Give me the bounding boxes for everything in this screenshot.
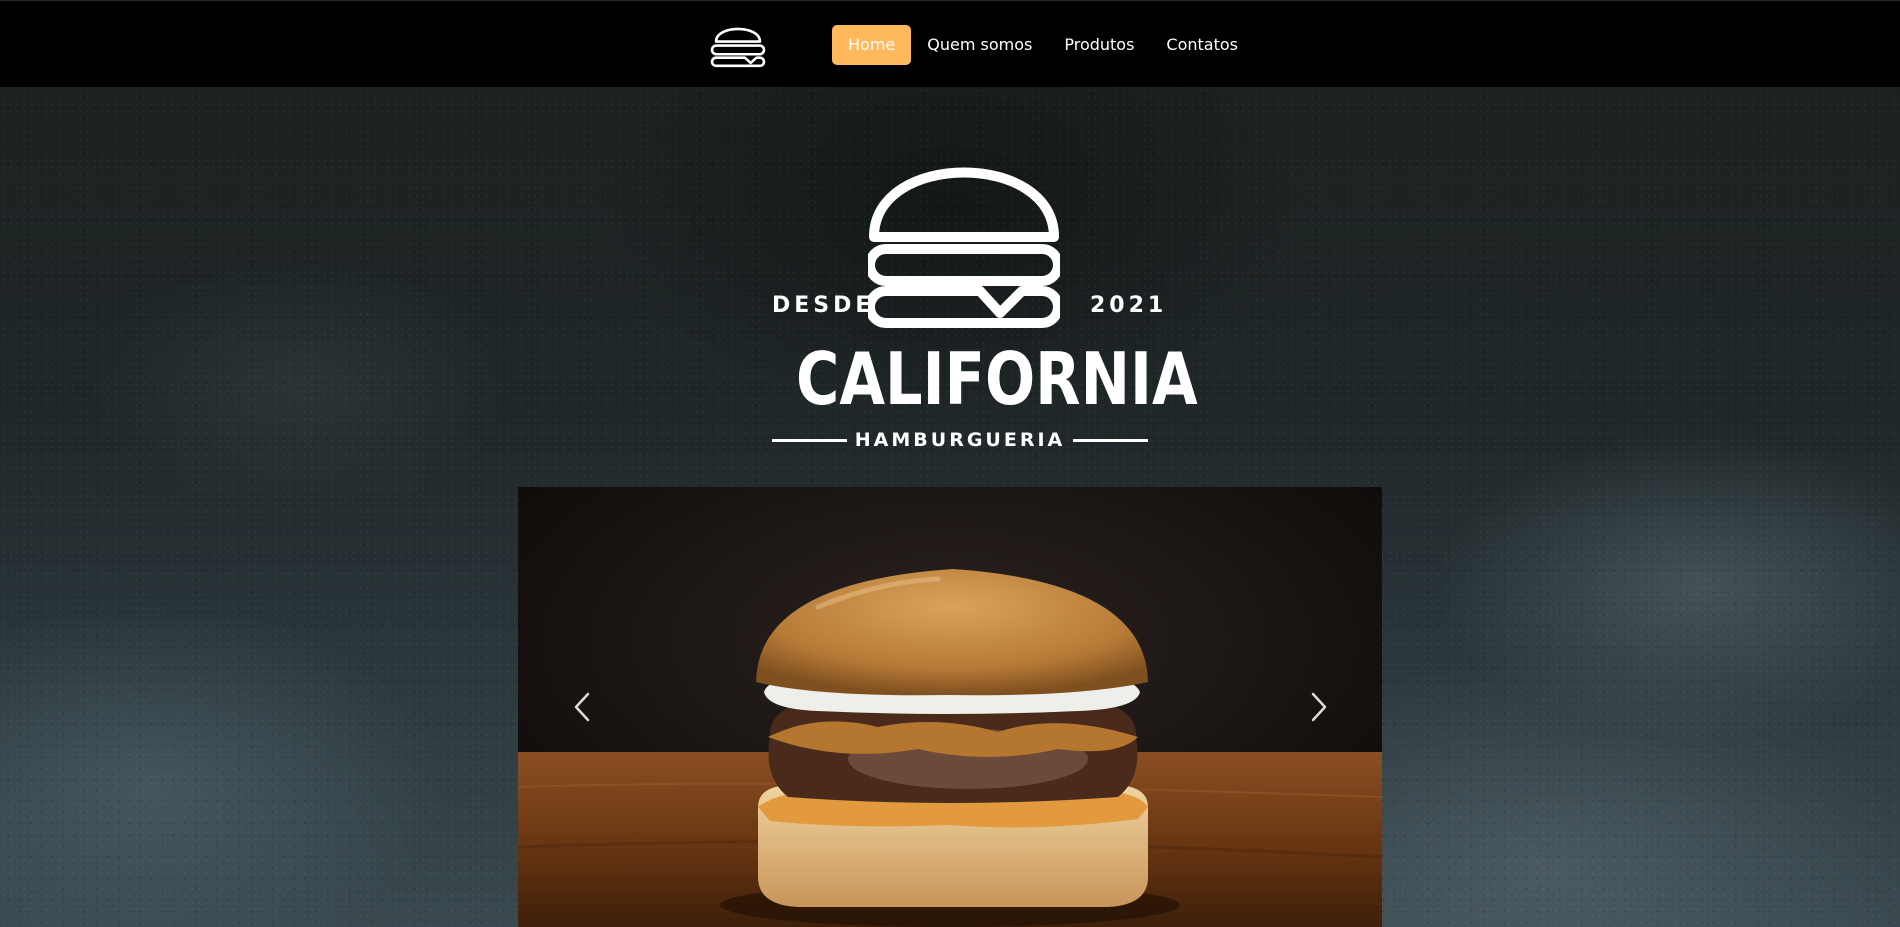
brand-subtitle: HAMBURGUERIA [854,429,1066,451]
chevron-right-icon[interactable] [1298,687,1338,727]
burger-photo [518,487,1382,927]
nav-link-home[interactable]: Home [832,25,912,65]
navbar: Home Quem somos Produtos Contatos [0,0,1900,87]
brand-rule-left [772,438,847,442]
nav-link-produtos[interactable]: Produtos [1048,25,1150,65]
brand-since: DESDE [772,293,875,318]
brand-subtitle-row: HAMBURGUERIA [772,427,1148,453]
nav-link-quem-somos[interactable]: Quem somos [911,25,1048,65]
hero-section: DESDE 2021 CALIFORNIA HAMBURGUERIA [0,87,1900,927]
carousel [518,487,1382,927]
brand-rule-right [1073,438,1148,442]
burger-icon [868,167,1060,328]
brand-year: 2021 [1090,293,1168,318]
burger-logo-icon[interactable] [710,19,766,71]
brand-logo: DESDE 2021 CALIFORNIA HAMBURGUERIA [760,157,1198,457]
nav-menu: Home Quem somos Produtos Contatos [832,25,1254,65]
brand-name: CALIFORNIA [796,337,1198,421]
chevron-left-icon[interactable] [563,687,603,727]
nav-link-contatos[interactable]: Contatos [1150,25,1254,65]
